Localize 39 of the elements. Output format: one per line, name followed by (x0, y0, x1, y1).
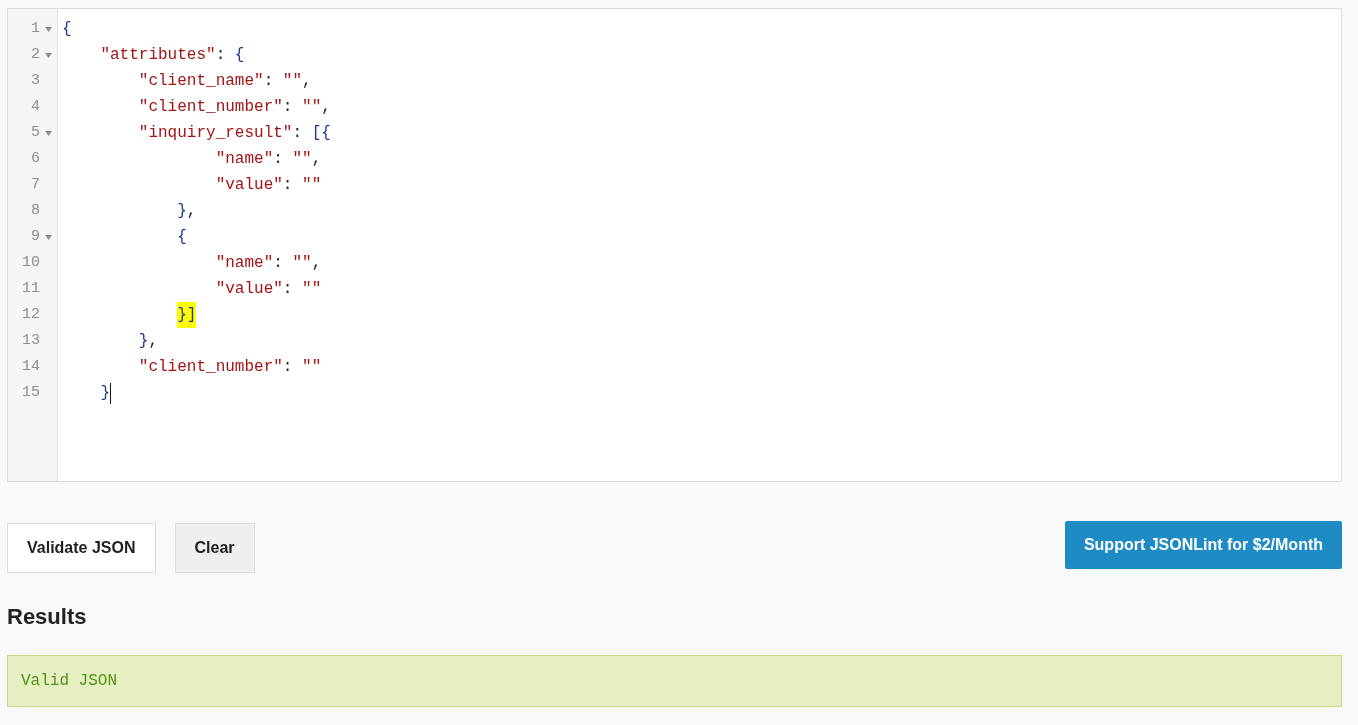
line-number: 8 (30, 201, 40, 221)
code-line: } (100, 383, 110, 404)
code-line: "value": "" (215, 279, 322, 300)
line-number: 2 (30, 45, 40, 65)
action-button[interactable]: Validate JSON (7, 523, 156, 573)
code-line: { (177, 227, 187, 248)
code-line: }, (138, 331, 159, 352)
code-editor[interactable]: 1 2 3 4 5 6 7 8 9 10 11 12 13 14 15 { "attributes": { "client_name": "", "client_number": "", "inquiry_result": [{ "name": "", "value": "" }, { "name": "", "value": "" }] }, "client_number": "" } (7, 8, 1342, 482)
code-line: "client_name": "", (138, 71, 312, 92)
fold-arrow-icon[interactable] (45, 26, 52, 32)
line-number: 9 (30, 227, 40, 247)
code-line: "client_number": "" (138, 357, 322, 378)
code-line: "client_number": "", (138, 97, 331, 118)
code-line: "inquiry_result": [{ (138, 123, 331, 144)
line-number: 15 (21, 383, 40, 403)
code-line: "name": "", (215, 253, 322, 274)
code-line: "value": "" (215, 175, 322, 196)
line-number: 12 (21, 305, 40, 325)
code-line: "attributes": { (100, 45, 245, 66)
line-number: 5 (30, 123, 40, 143)
line-number: 10 (21, 253, 40, 273)
line-number: 6 (30, 149, 40, 169)
validation-result: Valid JSON (7, 655, 1342, 707)
line-number: 3 (30, 71, 40, 91)
support-button[interactable]: Support JSONLint for $2/Month (1064, 521, 1342, 569)
code-line: { (62, 19, 72, 40)
code-line: "name": "", (215, 149, 322, 170)
code-line: }, (177, 201, 197, 222)
line-number: 7 (30, 175, 40, 195)
line-number: 11 (21, 279, 40, 299)
line-number: 4 (30, 97, 40, 117)
line-number: 13 (21, 331, 40, 351)
action-button[interactable]: Clear (174, 523, 255, 573)
line-number: 14 (21, 357, 40, 377)
results-heading: Results (7, 603, 87, 631)
fold-arrow-icon[interactable] (45, 52, 52, 58)
fold-arrow-icon[interactable] (45, 130, 52, 136)
line-number: 1 (30, 19, 40, 39)
fold-arrow-icon[interactable] (45, 234, 52, 240)
